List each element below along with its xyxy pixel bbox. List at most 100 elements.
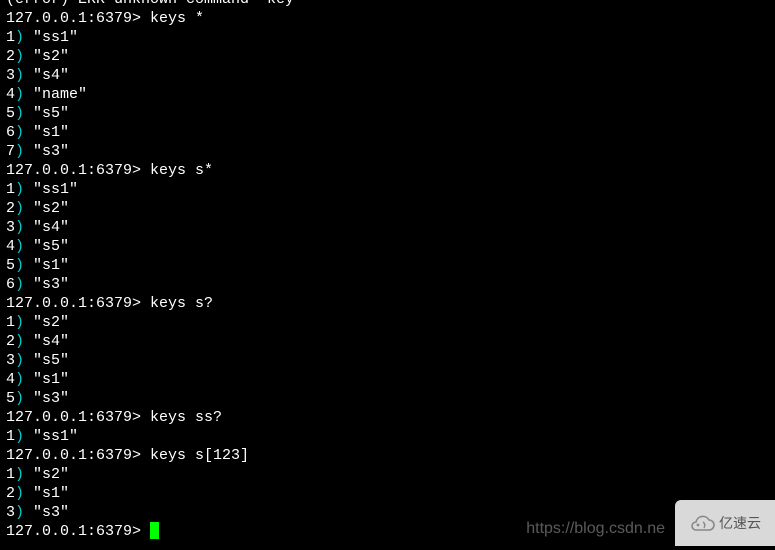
row-value: "s1" (33, 485, 69, 502)
prompt-text: 127.0.0.1:6379> (6, 523, 150, 540)
row-index: 2 (6, 48, 15, 65)
paren-icon: ) (15, 314, 24, 331)
row-index: 5 (6, 257, 15, 274)
badge-label: 亿速云 (719, 514, 761, 533)
paren-icon: ) (15, 29, 24, 46)
prompt-text: 127.0.0.1:6379> (6, 10, 150, 27)
row-value: "s5" (33, 352, 69, 369)
paren-icon: ) (15, 48, 24, 65)
paren-icon: ) (15, 257, 24, 274)
result-row: 2) "s4" (6, 332, 769, 351)
paren-icon: ) (15, 352, 24, 369)
paren-icon: ) (15, 143, 24, 160)
result-row: 5) "s3" (6, 389, 769, 408)
row-value: "s4" (33, 219, 69, 236)
row-value: "s3" (33, 143, 69, 160)
row-index: 7 (6, 143, 15, 160)
paren-icon: ) (15, 504, 24, 521)
paren-icon: ) (15, 219, 24, 236)
row-value: "s3" (33, 504, 69, 521)
row-value: "s1" (33, 371, 69, 388)
paren-icon: ) (15, 276, 24, 293)
result-row: 1) "s2" (6, 465, 769, 484)
result-row: 4) "s1" (6, 370, 769, 389)
row-value: "s2" (33, 466, 69, 483)
row-value: "s2" (33, 314, 69, 331)
row-index: 4 (6, 238, 15, 255)
row-value: "s4" (33, 333, 69, 350)
row-index: 3 (6, 352, 15, 369)
row-value: "ss1" (33, 181, 78, 198)
row-index: 5 (6, 105, 15, 122)
command-text: keys * (150, 10, 204, 27)
result-row: 1) "ss1" (6, 28, 769, 47)
result-row: 3) "s4" (6, 218, 769, 237)
row-value: "s1" (33, 124, 69, 141)
paren-icon: ) (15, 238, 24, 255)
row-index: 6 (6, 124, 15, 141)
row-index: 1 (6, 428, 15, 445)
result-row: 1) "ss1" (6, 180, 769, 199)
row-index: 2 (6, 333, 15, 350)
paren-icon: ) (15, 105, 24, 122)
result-row: 2) "s1" (6, 484, 769, 503)
row-value: "ss1" (33, 428, 78, 445)
row-value: "s3" (33, 390, 69, 407)
command-text: keys s* (150, 162, 213, 179)
prompt-text: 127.0.0.1:6379> (6, 162, 150, 179)
command-line: 127.0.0.1:6379> keys ss? (6, 408, 769, 427)
command-text: keys s? (150, 295, 213, 312)
row-value: "name" (33, 86, 87, 103)
command-text: keys s[123] (150, 447, 249, 464)
row-value: "s1" (33, 257, 69, 274)
cursor-icon (150, 522, 159, 539)
row-index: 6 (6, 276, 15, 293)
result-row: 4) "s5" (6, 237, 769, 256)
row-index: 3 (6, 219, 15, 236)
row-index: 3 (6, 504, 15, 521)
result-row: 2) "s2" (6, 47, 769, 66)
row-index: 2 (6, 485, 15, 502)
error-line: (error) ERR unknown command 'key' (6, 0, 769, 9)
command-line: 127.0.0.1:6379> keys s[123] (6, 446, 769, 465)
terminal-output: (error) ERR unknown command 'key' 127.0.… (0, 0, 775, 541)
result-row: 3) "s4" (6, 66, 769, 85)
prompt-text: 127.0.0.1:6379> (6, 447, 150, 464)
paren-icon: ) (15, 124, 24, 141)
paren-icon: ) (15, 181, 24, 198)
brand-badge: 亿速云 (675, 500, 775, 546)
row-index: 1 (6, 29, 15, 46)
result-row: 7) "s3" (6, 142, 769, 161)
command-line: 127.0.0.1:6379> keys * (6, 9, 769, 28)
result-row: 1) "s2" (6, 313, 769, 332)
row-value: "s3" (33, 276, 69, 293)
paren-icon: ) (15, 485, 24, 502)
result-row: 6) "s1" (6, 123, 769, 142)
row-value: "s2" (33, 48, 69, 65)
result-row: 2) "s2" (6, 199, 769, 218)
row-index: 3 (6, 67, 15, 84)
paren-icon: ) (15, 390, 24, 407)
row-index: 2 (6, 200, 15, 217)
prompt-text: 127.0.0.1:6379> (6, 409, 150, 426)
row-value: "s5" (33, 238, 69, 255)
row-index: 1 (6, 314, 15, 331)
result-row: 1) "ss1" (6, 427, 769, 446)
row-value: "s5" (33, 105, 69, 122)
row-index: 4 (6, 371, 15, 388)
paren-icon: ) (15, 86, 24, 103)
result-row: 4) "name" (6, 85, 769, 104)
prompt-text: 127.0.0.1:6379> (6, 295, 150, 312)
row-index: 5 (6, 390, 15, 407)
result-row: 5) "s5" (6, 104, 769, 123)
cloud-icon (689, 514, 715, 532)
paren-icon: ) (15, 333, 24, 350)
command-line: 127.0.0.1:6379> keys s? (6, 294, 769, 313)
command-text: keys ss? (150, 409, 222, 426)
paren-icon: ) (15, 200, 24, 217)
result-row: 3) "s5" (6, 351, 769, 370)
row-value: "ss1" (33, 29, 78, 46)
paren-icon: ) (15, 67, 24, 84)
row-index: 1 (6, 181, 15, 198)
row-index: 1 (6, 466, 15, 483)
